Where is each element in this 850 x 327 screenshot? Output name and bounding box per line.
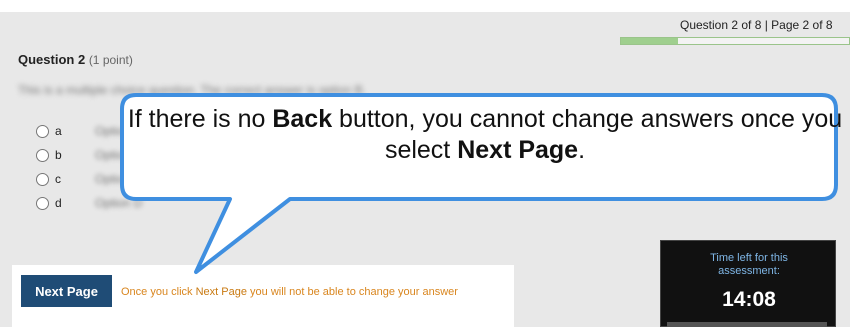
callout-text: If there is no Back button, you cannot c… [127, 105, 843, 164]
callout-next-page-word: Next Page [457, 136, 579, 164]
callout-back-word: Back [272, 105, 333, 133]
